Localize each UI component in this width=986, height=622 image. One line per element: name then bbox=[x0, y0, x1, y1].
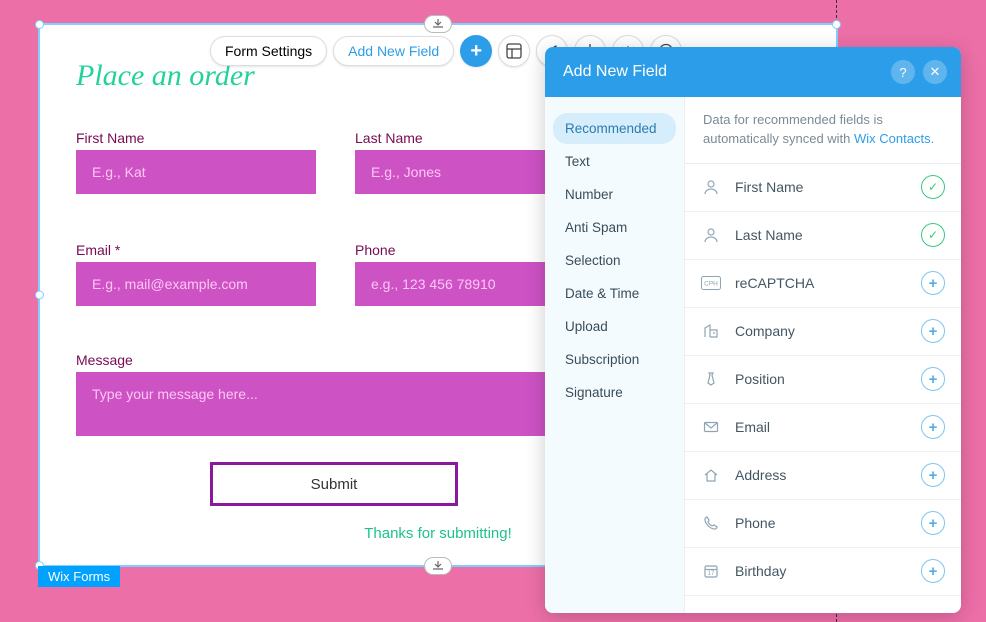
submit-button[interactable]: Submit bbox=[210, 462, 458, 506]
recommended-info: Data for recommended fields is automatic… bbox=[685, 97, 961, 164]
category-subscription[interactable]: Subscription bbox=[553, 344, 676, 375]
field-option-label: Birthday bbox=[735, 563, 907, 579]
add-icon-button[interactable]: + bbox=[460, 35, 492, 67]
category-selection[interactable]: Selection bbox=[553, 245, 676, 276]
category-date-time[interactable]: Date & Time bbox=[553, 278, 676, 309]
add-field-button[interactable]: + bbox=[921, 463, 945, 487]
home-icon bbox=[701, 467, 721, 483]
field-option-email[interactable]: Email + bbox=[685, 404, 961, 452]
layout-icon bbox=[506, 43, 522, 59]
field-option-first-name[interactable]: First Name ✓ bbox=[685, 164, 961, 212]
category-upload[interactable]: Upload bbox=[553, 311, 676, 342]
svg-text:17: 17 bbox=[708, 571, 715, 577]
layout-button[interactable] bbox=[498, 35, 530, 67]
field-option-label: Last Name bbox=[735, 227, 907, 243]
field-option-birthday[interactable]: 17 Birthday + bbox=[685, 548, 961, 596]
first-name-input[interactable]: E.g., Kat bbox=[76, 150, 316, 194]
building-icon bbox=[701, 323, 721, 339]
svg-text:CPH: CPH bbox=[704, 281, 718, 288]
field-option-label: Company bbox=[735, 323, 907, 339]
info-text-post: . bbox=[931, 131, 935, 146]
category-anti-spam[interactable]: Anti Spam bbox=[553, 212, 676, 243]
field-option-label: reCAPTCHA bbox=[735, 275, 907, 291]
field-option-label: Address bbox=[735, 467, 907, 483]
message-input[interactable]: Type your message here... bbox=[76, 372, 595, 436]
panel-title: Add New Field bbox=[563, 63, 667, 81]
user-icon bbox=[701, 227, 721, 243]
add-field-panel: Add New Field ? ✕ RecommendedTextNumberA… bbox=[545, 47, 961, 613]
field-option-label: Phone bbox=[735, 515, 907, 531]
add-field-button[interactable]: + bbox=[921, 271, 945, 295]
field-option-position[interactable]: Position + bbox=[685, 356, 961, 404]
mail-icon bbox=[701, 419, 721, 435]
add-field-button[interactable]: + bbox=[921, 559, 945, 583]
tie-icon bbox=[701, 371, 721, 387]
user-icon bbox=[701, 179, 721, 195]
form-settings-button[interactable]: Form Settings bbox=[210, 36, 327, 66]
field-option-phone[interactable]: Phone + bbox=[685, 500, 961, 548]
stretch-handle-bottom[interactable] bbox=[424, 557, 452, 575]
field-option-label: Email bbox=[735, 419, 907, 435]
first-name-label: First Name bbox=[76, 130, 144, 146]
phone-icon bbox=[701, 515, 721, 531]
last-name-label: Last Name bbox=[355, 130, 423, 146]
category-number[interactable]: Number bbox=[553, 179, 676, 210]
panel-help-button[interactable]: ? bbox=[891, 60, 915, 84]
add-field-button[interactable]: + bbox=[921, 367, 945, 391]
field-option-label: First Name bbox=[735, 179, 907, 195]
wix-contacts-link[interactable]: Wix Contacts bbox=[854, 131, 931, 146]
plus-icon: + bbox=[470, 40, 482, 63]
email-input[interactable]: E.g., mail@example.com bbox=[76, 262, 316, 306]
resize-handle[interactable] bbox=[832, 20, 841, 29]
stretch-handle-top[interactable] bbox=[424, 15, 452, 33]
resize-handle[interactable] bbox=[35, 291, 44, 300]
calendar-icon: 17 bbox=[701, 563, 721, 579]
form-type-tag[interactable]: Wix Forms bbox=[38, 566, 120, 587]
download-icon bbox=[432, 561, 444, 571]
panel-header: Add New Field ? ✕ bbox=[545, 47, 961, 97]
category-sidebar: RecommendedTextNumberAnti SpamSelectionD… bbox=[545, 97, 685, 613]
category-recommended[interactable]: Recommended bbox=[553, 113, 676, 144]
field-option-label: Position bbox=[735, 371, 907, 387]
cph-icon: CPH bbox=[701, 276, 721, 290]
panel-close-button[interactable]: ✕ bbox=[923, 60, 947, 84]
field-list: Data for recommended fields is automatic… bbox=[685, 97, 961, 613]
field-option-company[interactable]: Company + bbox=[685, 308, 961, 356]
add-field-button[interactable]: + bbox=[921, 415, 945, 439]
field-option-address[interactable]: Address + bbox=[685, 452, 961, 500]
category-text[interactable]: Text bbox=[553, 146, 676, 177]
email-label: Email * bbox=[76, 242, 120, 258]
category-signature[interactable]: Signature bbox=[553, 377, 676, 408]
resize-handle[interactable] bbox=[35, 20, 44, 29]
add-field-button[interactable]: + bbox=[921, 511, 945, 535]
message-label: Message bbox=[76, 352, 133, 368]
check-icon: ✓ bbox=[921, 223, 945, 247]
add-field-button[interactable]: + bbox=[921, 319, 945, 343]
add-new-field-button[interactable]: Add New Field bbox=[333, 36, 454, 66]
phone-label: Phone bbox=[355, 242, 395, 258]
download-icon bbox=[432, 19, 444, 29]
field-option-last-name[interactable]: Last Name ✓ bbox=[685, 212, 961, 260]
check-icon: ✓ bbox=[921, 175, 945, 199]
field-option-recaptcha[interactable]: CPH reCAPTCHA + bbox=[685, 260, 961, 308]
